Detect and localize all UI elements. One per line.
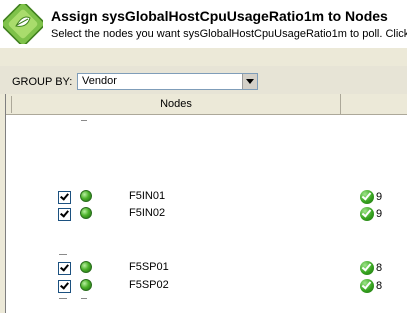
check-circle-icon [360,279,374,293]
node-name: F5SP02 [129,279,169,291]
tree-line [59,298,67,299]
dialog-header: Assign sysGlobalHostCpuUsageRatio1m to N… [0,0,407,48]
check-circle-icon [360,207,374,221]
node-name: F5SP01 [129,261,169,273]
groupby-select-value: Vendor [82,75,117,87]
column-header-nodes[interactable]: Nodes [12,94,341,114]
table-row[interactable]: F5SP02 8 [6,279,407,295]
table-row[interactable]: F5SP01 8 [6,261,407,277]
node-status-icon [80,190,92,202]
node-name: F5IN02 [129,207,166,219]
groupby-label: GROUP BY: [12,76,73,88]
row-checkbox[interactable] [58,262,71,275]
node-name: F5IN01 [129,190,166,202]
leaf-logo-icon [3,4,43,44]
poller-count: 8 [376,262,383,274]
grid-header: Nodes [6,94,407,115]
groupby-select[interactable]: Vendor [77,73,258,90]
table-row[interactable]: F5IN01 9 [6,190,407,206]
tree-line [81,120,87,121]
page-subtitle: Select the nodes you want sysGlobalHostC… [51,28,407,40]
table-row[interactable]: F5IN02 9 [6,207,407,223]
row-checkbox[interactable] [58,191,71,204]
column-header-status[interactable] [341,94,407,114]
row-checkbox[interactable] [58,208,71,221]
node-status-icon [80,261,92,273]
check-circle-icon [360,190,374,204]
nodes-grid: Nodes F5IN01 9 F5IN02 9 F5SP01 8 F5SP02 … [5,94,407,313]
poller-count: 9 [376,191,383,203]
node-status-icon [80,279,92,291]
check-circle-icon [360,261,374,275]
page-title: Assign sysGlobalHostCpuUsageRatio1m to N… [51,8,388,24]
node-status-icon [80,207,92,219]
poller-count: 9 [376,208,383,220]
tree-line [81,298,87,299]
tree-line [59,254,67,255]
chevron-down-icon[interactable] [242,74,257,89]
row-checkbox[interactable] [58,280,71,293]
poller-count: 8 [376,280,383,292]
